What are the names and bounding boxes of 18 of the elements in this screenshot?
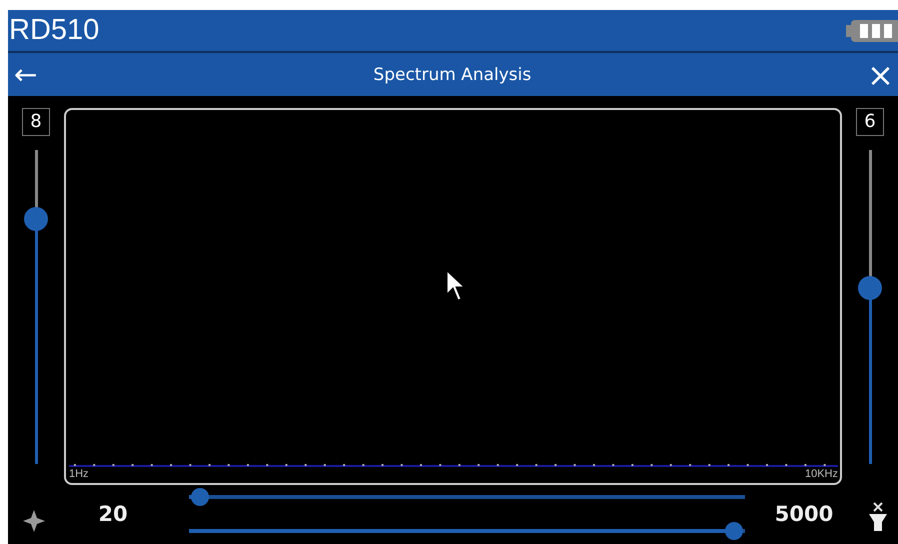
value-display: 8 bbox=[22, 108, 50, 136]
slider-thumb[interactable] bbox=[24, 206, 48, 231]
close-button[interactable]: × bbox=[863, 58, 898, 91]
slider-thumb[interactable] bbox=[858, 276, 882, 300]
mouse-cursor-icon bbox=[446, 270, 466, 302]
back-button[interactable]: ← bbox=[10, 60, 42, 89]
range-low-value: 20 bbox=[97, 502, 129, 526]
sparkle-icon bbox=[22, 509, 46, 534]
axis-label: 10KHz bbox=[804, 468, 838, 480]
device-name: RD510 bbox=[9, 14, 100, 48]
slider-thumb[interactable] bbox=[724, 522, 743, 540]
filter-icon bbox=[868, 502, 888, 532]
slider-thumb[interactable] bbox=[191, 488, 210, 506]
value-display: 6 bbox=[856, 108, 884, 136]
battery-icon bbox=[846, 18, 898, 44]
screen-title: Spectrum Analysis bbox=[373, 64, 532, 85]
axis-label: 1Hz bbox=[69, 468, 89, 480]
range-high-value: 5000 bbox=[774, 502, 834, 526]
